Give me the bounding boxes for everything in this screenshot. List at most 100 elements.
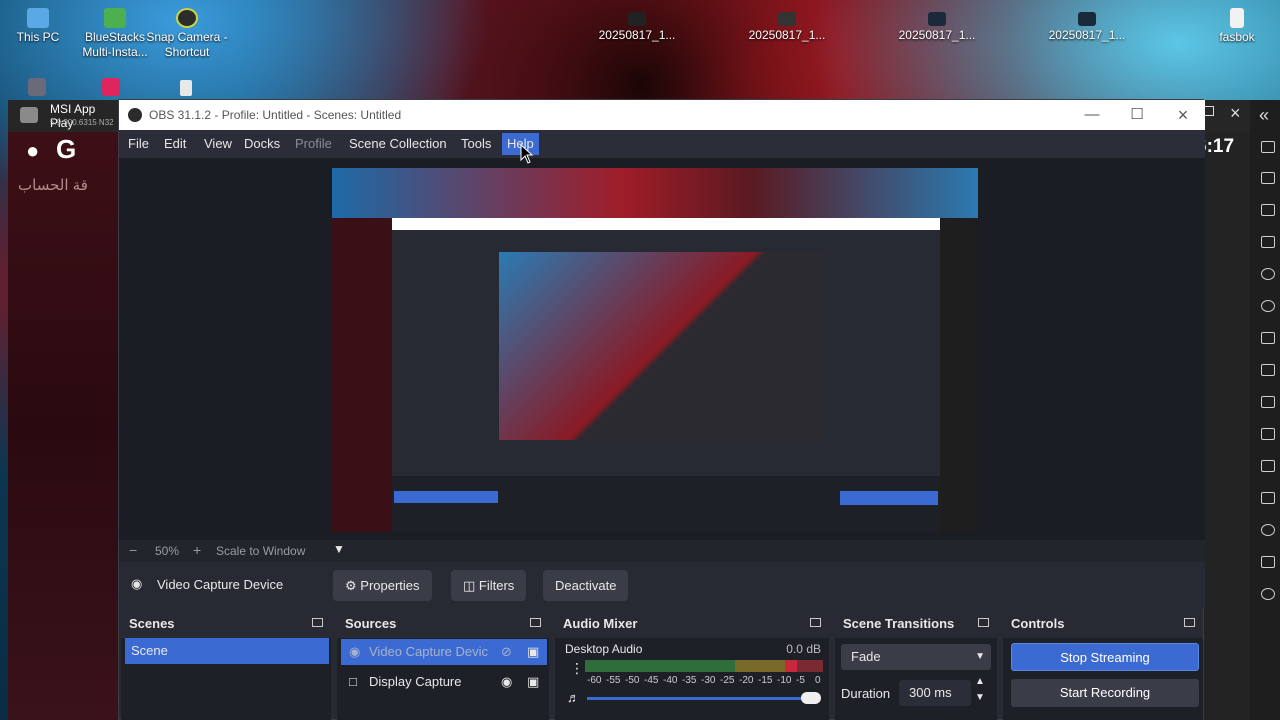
preview-canvas[interactable] (332, 168, 978, 532)
performance-icon[interactable] (1261, 332, 1275, 344)
meter-tick-label: -15 (758, 675, 773, 686)
more-options-icon[interactable]: ⋮ (570, 660, 584, 677)
filters-button[interactable]: ◫ Filters (451, 570, 527, 601)
menu-bar: File Edit View Docks Profile Scene Colle… (119, 130, 1205, 158)
transition-select[interactable]: Fade ▼ (841, 644, 991, 670)
speaker-icon[interactable]: ♬ (567, 690, 580, 705)
desktop-icon-video-3[interactable]: 20250817_1... (892, 12, 982, 43)
minimize-icon[interactable]: — (1077, 104, 1107, 126)
apk-icon[interactable] (1261, 364, 1275, 376)
person-icon[interactable]: ● (26, 138, 39, 164)
desktop-icon-snap-camera[interactable]: Snap Camera - Shortcut (142, 8, 232, 60)
duration-input[interactable]: 300 ms (899, 680, 971, 706)
lock-icon[interactable]: ▣ (527, 669, 539, 695)
audio-channel-name: Desktop Audio (565, 642, 643, 656)
gear-icon: ⚙ (345, 578, 357, 593)
scene-transitions-title: Scene Transitions (843, 616, 955, 631)
camera-icon: ◉ (349, 644, 361, 659)
visibility-icon[interactable]: ◉ (501, 669, 512, 695)
screenshot-icon[interactable] (1261, 396, 1275, 408)
install-apk-icon[interactable] (1261, 204, 1275, 216)
scale-mode[interactable]: Scale to Window (216, 544, 305, 558)
preview-desktop-strip (332, 168, 978, 218)
float-dock-icon[interactable] (810, 618, 821, 627)
stepper-down-icon[interactable]: ▼ (975, 692, 985, 703)
desktop-icon-video-4[interactable]: 20250817_1... (1042, 12, 1132, 43)
zoom-level[interactable]: 50% (155, 544, 179, 558)
file-icon[interactable] (180, 80, 192, 96)
sources-title: Sources (345, 616, 397, 631)
meter-tick-label: -40 (663, 675, 678, 686)
sources-dock-header: Sources (337, 608, 549, 638)
record-icon[interactable] (1261, 268, 1275, 280)
menu-tools[interactable]: Tools (456, 133, 496, 155)
selected-source-name: Video Capture Device (157, 577, 284, 592)
keyboard-icon[interactable] (1261, 236, 1275, 248)
source-item-video-capture[interactable]: ◉ Video Capture Devic ⊘ ▣ (341, 639, 547, 665)
duration-label: Duration (841, 686, 891, 701)
audio-mixer-dock: Audio Mixer Desktop Audio 0.0 dB ⋮ -60 -5… (555, 608, 829, 720)
lock-icon[interactable]: ▣ (527, 639, 539, 665)
close-icon[interactable]: × (1230, 103, 1241, 124)
preview-nested-canvas (499, 252, 826, 440)
float-dock-icon[interactable] (1184, 618, 1195, 627)
visibility-hidden-icon[interactable]: ⊘ (501, 639, 512, 665)
maximize-icon[interactable]: ☐ (1122, 104, 1152, 126)
properties-button[interactable]: ⚙ Properties (333, 570, 432, 601)
zoom-in-button[interactable]: + (193, 542, 201, 558)
location-icon[interactable] (1261, 524, 1275, 536)
audio-level: 0.0 dB (786, 642, 821, 656)
scene-item[interactable]: Scene (125, 638, 329, 664)
deactivate-button[interactable]: Deactivate (543, 570, 629, 601)
obs-window: OBS 31.1.2 - Profile: Untitled - Scenes:… (118, 99, 1205, 720)
filter-icon: ◫ (463, 578, 476, 593)
this-pc-icon (27, 8, 49, 28)
multi-instance-icon[interactable] (1261, 460, 1275, 472)
google-icon[interactable]: G (56, 134, 76, 165)
menu-edit[interactable]: Edit (159, 133, 191, 155)
app-icon[interactable] (102, 78, 120, 96)
menu-docks[interactable]: Docks (239, 133, 285, 155)
scene-transitions-dock: Scene Transitions Fade ▼ Duration 300 ms… (835, 608, 997, 720)
rotate-icon[interactable] (1261, 588, 1275, 600)
zoom-bar: − 50% + Scale to Window ▼ (119, 540, 1205, 562)
scenes-dock: Scenes Scene (121, 608, 331, 720)
volume-slider-track[interactable] (587, 697, 819, 700)
layers-icon[interactable] (1261, 556, 1275, 568)
stepper-up-icon[interactable]: ▲ (975, 676, 985, 687)
close-icon[interactable]: × (1168, 104, 1198, 126)
float-dock-icon[interactable] (312, 618, 323, 627)
start-recording-button[interactable]: Start Recording (1011, 679, 1199, 707)
maximize-icon[interactable] (1204, 106, 1214, 116)
preview-area (119, 158, 1205, 540)
collapse-icon[interactable]: « (1259, 105, 1269, 126)
preview-right-sidebar (940, 218, 978, 532)
meter-scale: -60 -55 -50 -45 -40 -35 -30 -25 -20 -15 -10 -5 0 (587, 675, 825, 687)
meter-tick-label: -45 (644, 675, 659, 686)
scale-mode-dropdown-icon[interactable]: ▼ (333, 542, 345, 556)
app-icon[interactable] (28, 78, 46, 96)
menu-scene-collection[interactable]: Scene Collection (344, 133, 452, 155)
meter-tick-label: -35 (682, 675, 697, 686)
volume-icon[interactable] (1261, 172, 1275, 184)
menu-file[interactable]: File (123, 133, 154, 155)
stop-streaming-button[interactable]: Stop Streaming (1011, 643, 1199, 671)
macro-icon[interactable] (1261, 300, 1275, 312)
volume-slider-handle[interactable] (801, 692, 821, 704)
menu-view[interactable]: View (199, 133, 237, 155)
menu-profile[interactable]: Profile (290, 133, 337, 155)
fullscreen-icon[interactable] (1261, 141, 1275, 153)
source-item-display-capture[interactable]: □ Display Capture ◉ ▣ (341, 669, 547, 695)
folder-icon[interactable] (1261, 428, 1275, 440)
video-file-icon (628, 12, 646, 26)
zoom-out-button[interactable]: − (129, 542, 137, 558)
desktop-icon-video-1[interactable]: 20250817_1... (592, 12, 682, 43)
desktop-icon-video-2[interactable]: 20250817_1... (742, 12, 832, 43)
source-toolbar: ◉ Video Capture Device ⚙ Properties ◫ Fi… (119, 562, 1205, 608)
float-dock-icon[interactable] (530, 618, 541, 627)
desktop-icon-fasbok[interactable]: fasbok (1192, 8, 1280, 45)
controls-title: Controls (1011, 616, 1065, 631)
obs-title-bar: OBS 31.1.2 - Profile: Untitled - Scenes:… (119, 100, 1205, 130)
eraser-icon[interactable] (1261, 492, 1275, 504)
float-dock-icon[interactable] (978, 618, 989, 627)
